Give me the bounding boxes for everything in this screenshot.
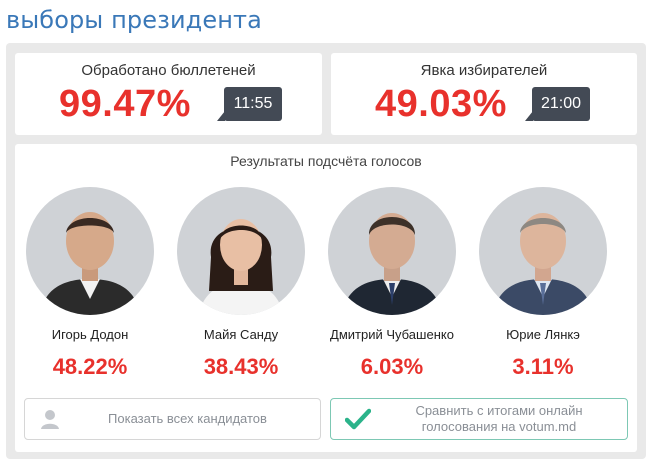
candidate-card[interactable]: Юрие Лянкэ 3.11%: [468, 187, 618, 380]
voter-turnout-card: Явка избирателей 49.03% 21:00: [331, 53, 637, 135]
election-panel: Обработано бюллетеней 99.47% 11:55 Явка …: [6, 43, 646, 459]
candidate-photo: [177, 187, 305, 315]
voter-turnout-label: Явка избирателей: [420, 62, 548, 79]
voter-turnout-value: 49.03%: [375, 83, 507, 125]
ballots-processed-card: Обработано бюллетеней 99.47% 11:55: [15, 53, 322, 135]
badge-tail: [217, 111, 225, 121]
checkmark-icon: [344, 408, 372, 435]
show-all-candidates-button[interactable]: Показать всех кандидатов: [24, 398, 321, 440]
results-title: Результаты подсчёта голосов: [230, 153, 422, 169]
candidate-photo: [26, 187, 154, 315]
voter-turnout-time: 21:00: [540, 95, 582, 112]
page-title: выборы президента: [6, 6, 262, 34]
candidate-card[interactable]: Игорь Додон 48.22%: [15, 187, 165, 380]
compare-online-vote-label: Сравнить с итогами онлайн голосования на…: [415, 403, 583, 434]
compare-online-vote-button[interactable]: Сравнить с итогами онлайн голосования на…: [330, 398, 628, 440]
candidate-name: Дмитрий Чубашенко: [330, 327, 454, 342]
show-all-candidates-label: Показать всех кандидатов: [108, 411, 267, 426]
candidate-percent: 3.11%: [512, 354, 574, 379]
person-silhouette-icon: [40, 212, 140, 315]
ballots-processed-time: 11:55: [233, 95, 273, 112]
candidate-name: Игорь Додон: [51, 327, 129, 342]
candidate-card[interactable]: Майя Санду 38.43%: [166, 187, 316, 380]
ballots-processed-time-badge: 11:55: [217, 87, 282, 121]
ballots-processed-label: Обработано бюллетеней: [81, 62, 256, 79]
user-icon: [39, 408, 61, 435]
candidate-percent: 6.03%: [360, 354, 424, 379]
candidate-percent: 48.22%: [52, 354, 128, 379]
person-silhouette-icon: [493, 213, 593, 315]
ballots-processed-value: 99.47%: [59, 83, 191, 125]
candidate-name: Юрие Лянкэ: [506, 327, 580, 342]
candidate-percent: 38.43%: [203, 354, 279, 379]
candidate-name: Майя Санду: [203, 327, 279, 342]
candidate-card[interactable]: Дмитрий Чубашенко 6.03%: [317, 187, 467, 380]
voter-turnout-time-badge: 21:00: [525, 87, 590, 121]
person-silhouette-icon: [199, 219, 283, 315]
candidate-photo: [479, 187, 607, 315]
candidate-photo: [328, 187, 456, 315]
results-card: Результаты подсчёта голосов Игорь Додон …: [15, 144, 637, 452]
badge-tail: [525, 111, 533, 121]
person-silhouette-icon: [342, 213, 442, 315]
